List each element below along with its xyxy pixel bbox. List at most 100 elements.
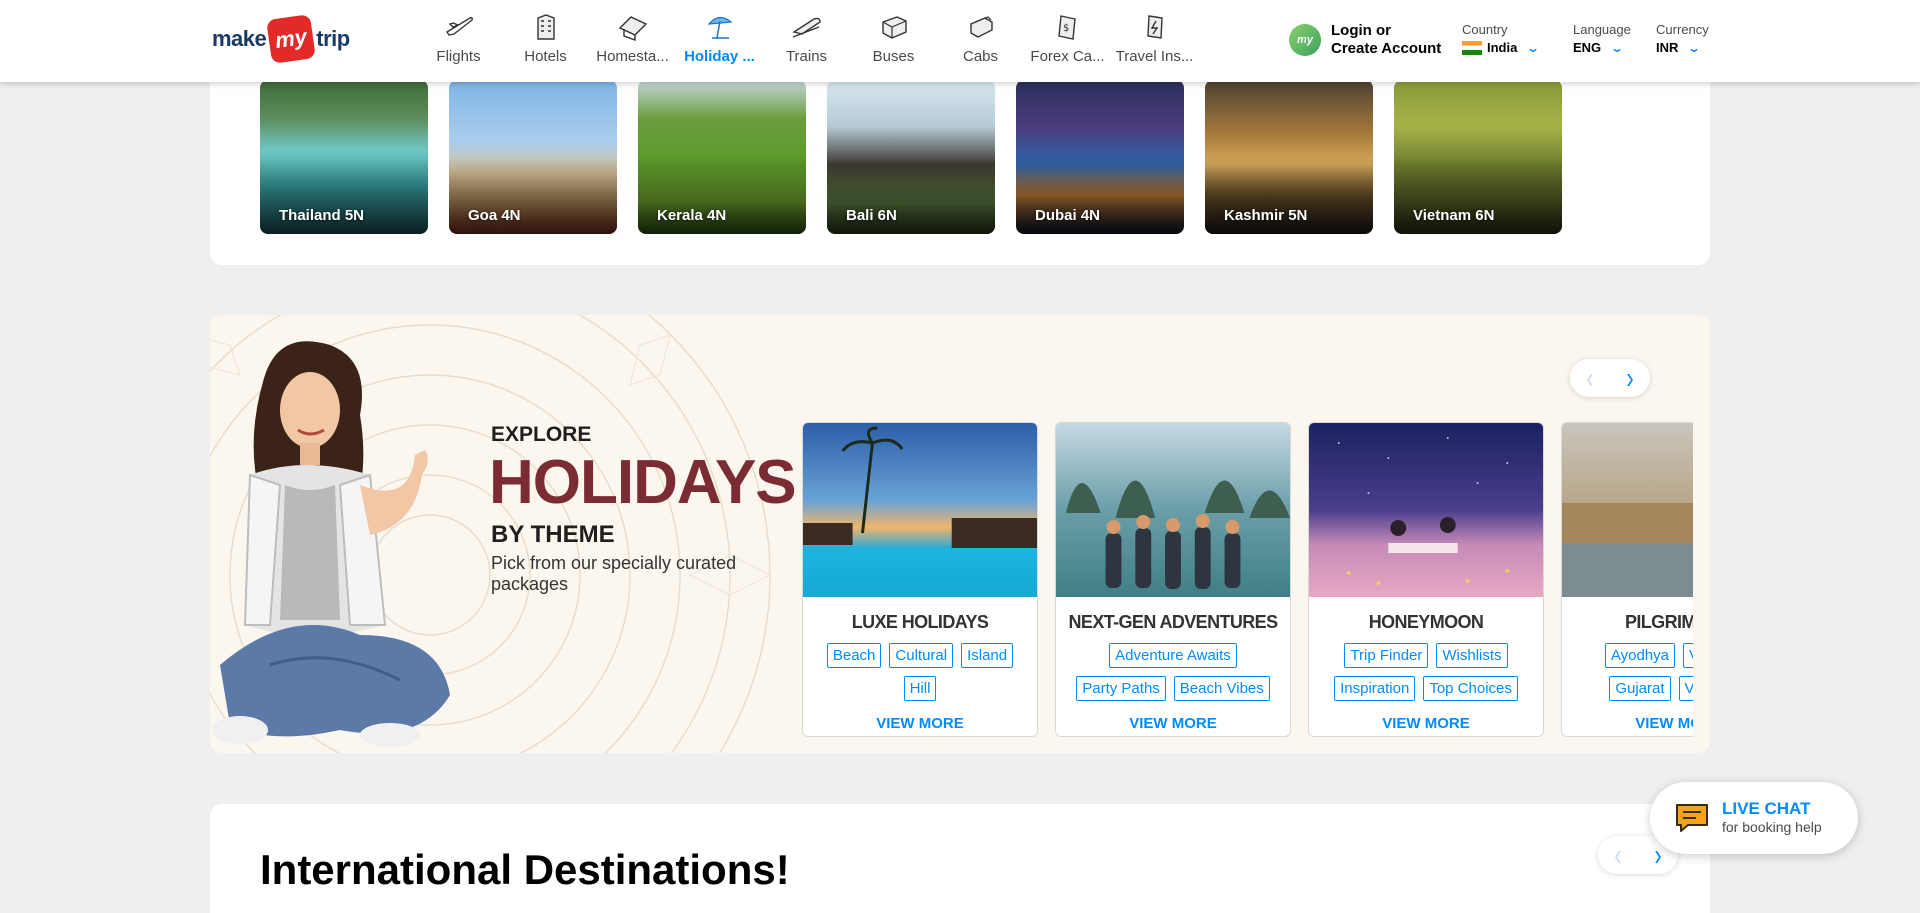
theme-card-title: PILGRIMAGE: [1624, 612, 1693, 632]
chip-beach-vibes[interactable]: Beach Vibes: [1173, 676, 1270, 701]
holiday-thumb-label: Thailand 5N: [279, 207, 365, 224]
holidays-headline: HOLIDAYS: [489, 448, 797, 517]
theme-chips: Trip Finder Wishlists Inspiration Top Ch…: [1309, 633, 1543, 701]
chip-beach[interactable]: Beach: [826, 643, 882, 668]
nav-buses-label: Buses: [872, 48, 915, 65]
hotel-icon: [536, 14, 555, 40]
nav-cabs[interactable]: Cabs: [937, 0, 1024, 82]
view-more-link[interactable]: VIEW MORE: [1056, 715, 1290, 732]
bus-icon: [881, 16, 907, 39]
cab-icon: [969, 16, 993, 38]
chip-top-choices[interactable]: Top Choices: [1423, 676, 1518, 701]
chip-island[interactable]: Island: [961, 643, 1014, 668]
nav-buses[interactable]: Buses: [850, 0, 937, 82]
theme-card-pilgrimage[interactable]: PILGRIMAGE Ayodhya Varanasi Gujarat Vara…: [1561, 422, 1693, 737]
chip-hill[interactable]: Hill: [903, 676, 937, 701]
nav-homestays-label: Homesta...: [596, 48, 669, 65]
currency-label: Currency: [1656, 22, 1709, 37]
theme-cards: LUXE HOLIDAYS Beach Cultural Island Hill…: [802, 422, 1693, 737]
login-create-account[interactable]: my Login or Create Account: [1289, 22, 1441, 58]
live-chat-text: LIVE CHAT for booking help: [1722, 800, 1822, 836]
currency-selector[interactable]: Currency INR ⌄: [1656, 22, 1709, 55]
nav-travel-insurance[interactable]: Travel Ins...: [1111, 0, 1198, 82]
homestay-icon: [618, 16, 647, 41]
chevron-right-icon[interactable]: ›: [1626, 360, 1633, 396]
holiday-icon: [707, 16, 732, 39]
nav-homestays[interactable]: Homesta...: [589, 0, 676, 82]
live-chat-button[interactable]: LIVE CHAT for booking help: [1650, 782, 1858, 854]
account-badge-icon: my: [1289, 24, 1321, 56]
country-label: Country: [1462, 22, 1508, 37]
nav-holiday-label: Holiday ...: [684, 48, 755, 65]
top-header: make my trip Flights Hotels Homesta... H…: [0, 0, 1920, 82]
chip-party-paths[interactable]: Party Paths: [1076, 676, 1166, 701]
nav-trains[interactable]: Trains: [763, 0, 850, 82]
holiday-thumb-dubai[interactable]: Dubai 4N: [1016, 80, 1184, 234]
pilgrimage-image: [1562, 423, 1693, 597]
holiday-thumb-thailand[interactable]: Thailand 5N: [260, 80, 428, 234]
makemytrip-logo[interactable]: make my trip: [212, 14, 350, 64]
theme-card-title: HONEYMOON: [1368, 612, 1484, 632]
chip-adventure-awaits[interactable]: Adventure Awaits: [1109, 643, 1237, 668]
chevron-left-icon[interactable]: ‹: [1586, 360, 1593, 396]
view-more-link[interactable]: VIEW MORE: [1562, 715, 1693, 732]
holiday-destinations-strip: Thailand 5N Goa 4N Kerala 4N Bali 6N Dub…: [210, 50, 1710, 265]
theme-card-next-gen-adventures[interactable]: NEXT-GEN ADVENTURES Adventure Awaits Par…: [1055, 422, 1291, 737]
holiday-thumbnails: Thailand 5N Goa 4N Kerala 4N Bali 6N Dub…: [260, 80, 1562, 234]
holiday-thumb-vietnam[interactable]: Vietnam 6N: [1394, 80, 1562, 234]
by-theme-label: BY THEME: [491, 521, 615, 548]
holiday-thumb-kashmir[interactable]: Kashmir 5N: [1205, 80, 1373, 234]
currency-value: INR: [1656, 40, 1679, 55]
theme-carousel-arrows: ‹ ›: [1570, 359, 1650, 397]
holiday-thumb-label: Vietnam 6N: [1413, 207, 1495, 224]
holiday-thumb-label: Bali 6N: [846, 207, 897, 224]
view-more-link[interactable]: VIEW MORE: [1309, 715, 1543, 732]
chevron-left-icon[interactable]: ‹: [1614, 837, 1621, 873]
view-more-link[interactable]: VIEW MORE: [803, 715, 1037, 732]
main-nav: Flights Hotels Homesta... Holiday ... Tr…: [415, 0, 1198, 82]
chevron-down-icon: ⌄: [1610, 40, 1625, 55]
travel-insurance-icon: [1146, 15, 1163, 39]
logo-text-make: make: [212, 26, 267, 51]
country-selector[interactable]: Country India ⌄: [1462, 22, 1540, 55]
theme-subtitle: Pick from our specially curated packages: [491, 553, 737, 594]
chip-cultural[interactable]: Cultural: [889, 643, 954, 668]
theme-card-honeymoon[interactable]: HONEYMOON Trip Finder Wishlists Inspirat…: [1308, 422, 1544, 737]
chip-wishlists[interactable]: Wishlists: [1436, 643, 1508, 668]
chip-ayodhya[interactable]: Ayodhya: [1604, 643, 1675, 668]
nav-hotels-label: Hotels: [524, 48, 567, 65]
login-text: Login or Create Account: [1331, 22, 1441, 58]
next-gen-adventures-image: [1056, 423, 1290, 597]
theme-chips: Adventure Awaits Party Paths Beach Vibes: [1056, 633, 1290, 701]
language-value-row: ENG ⌄: [1573, 40, 1631, 55]
holiday-thumb-label: Kerala 4N: [657, 207, 727, 224]
chip-gujarat[interactable]: Gujarat: [1609, 676, 1671, 701]
theme-chips: Beach Cultural Island Hill: [803, 633, 1037, 701]
holiday-thumb-label: Dubai 4N: [1035, 207, 1101, 224]
holiday-thumb-goa[interactable]: Goa 4N: [449, 80, 617, 234]
nav-forex-card[interactable]: $ Forex Ca...: [1024, 0, 1111, 82]
chip-trip-finder[interactable]: Trip Finder: [1344, 643, 1429, 668]
theme-card-title: NEXT-GEN ADVENTURES: [1068, 612, 1279, 632]
language-label: Language: [1573, 22, 1631, 37]
theme-card-luxe[interactable]: LUXE HOLIDAYS Beach Cultural Island Hill…: [802, 422, 1038, 737]
nav-hotels[interactable]: Hotels: [502, 0, 589, 82]
theme-cards-viewport: LUXE HOLIDAYS Beach Cultural Island Hill…: [802, 422, 1693, 740]
nav-flights[interactable]: Flights: [415, 0, 502, 82]
chip-inspiration[interactable]: Inspiration: [1334, 676, 1416, 701]
india-flag-icon: [1462, 40, 1482, 55]
honeymoon-image: [1309, 423, 1543, 597]
chat-bubble-icon: [1676, 804, 1708, 832]
login-line2: Create Account: [1331, 40, 1442, 57]
nav-forex-label: Forex Ca...: [1030, 48, 1105, 65]
live-chat-title: LIVE CHAT: [1722, 799, 1811, 818]
theme-card-title: LUXE HOLIDAYS: [851, 612, 989, 632]
nav-flights-label: Flights: [436, 48, 481, 65]
holiday-thumb-bali[interactable]: Bali 6N: [827, 80, 995, 234]
holiday-thumb-kerala[interactable]: Kerala 4N: [638, 80, 806, 234]
language-selector[interactable]: Language ENG ⌄: [1573, 22, 1631, 55]
nav-holiday-packages[interactable]: Holiday ...: [676, 0, 763, 82]
section-title: International Destinations!: [260, 846, 790, 893]
chip-varanasi[interactable]: Varanasi: [1678, 676, 1693, 701]
chip-varanasi[interactable]: Varanasi: [1683, 643, 1693, 668]
